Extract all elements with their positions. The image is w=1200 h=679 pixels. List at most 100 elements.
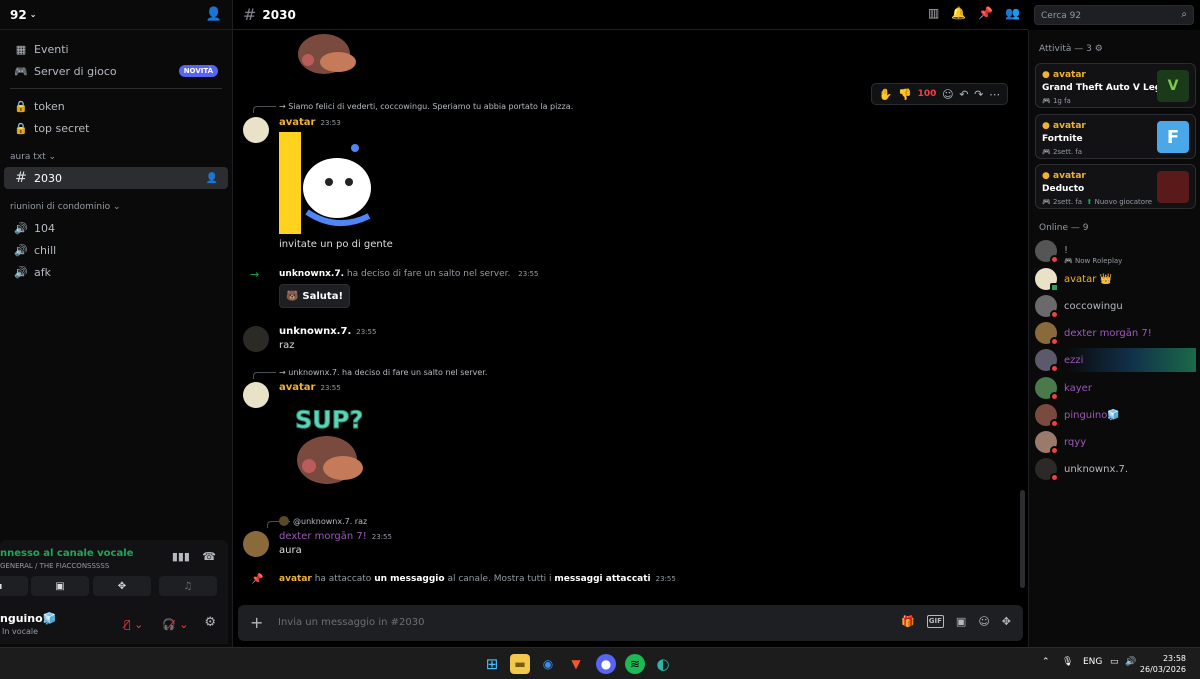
invite-icon[interactable]: 👤 (206, 7, 222, 22)
deducto-game-icon (1157, 171, 1189, 203)
channel-2030[interactable]: # 2030 👤 (4, 167, 228, 189)
activity-card[interactable]: ● avatar Fortnite 🎮 2sett. fa F (1035, 114, 1196, 159)
activity-card[interactable]: ● avatar Grand Theft Auto V Legacy 🎮 1g … (1035, 63, 1196, 108)
channel-label: token (34, 99, 65, 113)
chevron-down-icon: ⌄ (29, 10, 37, 19)
edge-icon[interactable]: ◐ (653, 654, 673, 674)
windows-start-icon[interactable]: ⊞ (482, 654, 502, 674)
forward-icon[interactable]: ↷ (974, 88, 983, 101)
activities-button[interactable]: ✥ (93, 576, 151, 596)
scrollbar[interactable] (1020, 490, 1025, 588)
microphone-icon[interactable]: 🎙 (1062, 657, 1073, 667)
sticker-icon[interactable]: ▣ (956, 615, 966, 628)
category-aura-txt[interactable]: aura txt ⌄ (0, 147, 232, 167)
channel-token[interactable]: 🔒 token (4, 95, 228, 117)
member-item[interactable]: unknownx.7. (1035, 457, 1195, 482)
reaction-wave-icon[interactable]: ✋ (879, 88, 893, 101)
volume-icon[interactable]: 🔊 (1125, 657, 1136, 667)
message-author[interactable]: avatar 23:53 (279, 117, 341, 128)
avatar[interactable] (243, 382, 269, 408)
emoji-icon[interactable]: ☺ (978, 615, 989, 628)
calendar-icon: ▦ (15, 42, 27, 56)
sidebar-item-game-servers[interactable]: 🎮 Server di gioco NOVITÀ (4, 60, 228, 82)
system-clock[interactable]: 23:58 26/03/2026 (1140, 653, 1186, 675)
windows-taskbar: ⊞ ▬ ◉ ▼ ● ≋ ◐ ⌃ 🎙 ENG ▭ 🔊 23:58 26/03/20… (0, 647, 1200, 679)
member-item[interactable]: pinguino🧊 (1035, 403, 1195, 428)
reply-icon[interactable]: ↶ (959, 88, 968, 101)
member-item[interactable]: dexter morgān 7! (1035, 321, 1195, 346)
plus-icon[interactable]: + (250, 613, 263, 632)
reply-preview[interactable]: → Siamo felici di vederti, coccowingu. S… (252, 102, 573, 113)
voice-channel-path[interactable]: GENERAL / THE FIACCONSSSSS (0, 562, 109, 570)
member-item[interactable]: avatar 👑 (1035, 267, 1195, 292)
deafen-icon[interactable]: 🎧̸ ⌄ (162, 614, 188, 634)
activity-card[interactable]: ● avatar Deducto 🎮 2sett. fa ⬆ Nuovo gio… (1035, 164, 1196, 209)
file-explorer-icon[interactable]: ▬ (510, 654, 530, 674)
message-list: ✋ 👎 100 ☺ ↶ ↷ ⋯ → Siamo felici di vedert… (233, 30, 1028, 600)
channel-top-secret[interactable]: 🔒 top secret (4, 117, 228, 139)
brave-icon[interactable]: ▼ (566, 654, 586, 674)
apps-icon[interactable]: ✥ (1002, 615, 1011, 628)
disconnect-icon[interactable]: ☎ (202, 550, 216, 563)
member-item[interactable]: kayer (1035, 376, 1195, 401)
reaction-100-icon[interactable]: 100 (918, 89, 937, 99)
display-icon[interactable]: ▭ (1110, 657, 1119, 667)
screen-share-button[interactable]: ▣ (31, 576, 89, 596)
voice-channel-afk[interactable]: 🔊 afk (4, 261, 228, 283)
server-name[interactable]: 92 (10, 8, 27, 22)
sidebar-item-label: Server di gioco (34, 64, 117, 78)
camera-button[interactable]: ▪ (0, 576, 28, 596)
bing-search-icon[interactable]: ◉ (538, 654, 558, 674)
activity-user: ● avatar (1042, 121, 1086, 131)
speaker-icon: 🔊 (14, 243, 28, 257)
message-author[interactable]: dexter morgān 7! 23:55 (279, 531, 392, 542)
member-item[interactable]: coccowingu (1035, 294, 1195, 319)
gamepad-icon: 🎮 (1042, 97, 1051, 105)
gear-icon[interactable]: ⚙ (204, 615, 216, 630)
member-item[interactable]: rqyy (1035, 430, 1195, 455)
soundboard-button[interactable]: ♫ (159, 576, 217, 596)
member-item[interactable]: ! 🎮 Now Roleplay (1035, 239, 1195, 265)
avatar (1035, 377, 1059, 401)
header-toolbar: ▥ 🔔 📌 👥 (928, 6, 1020, 20)
status-dnd-icon (1050, 337, 1059, 346)
message-author[interactable]: unknownx.7. 23:55 (279, 326, 376, 337)
pin-icon[interactable]: 📌 (978, 6, 993, 20)
bell-icon[interactable]: 🔔 (951, 6, 966, 20)
avatar[interactable] (243, 117, 269, 143)
discord-icon[interactable]: ● (596, 654, 616, 674)
voice-channel-chill[interactable]: 🔊 chill (4, 239, 228, 261)
add-reaction-icon[interactable]: ☺ (942, 88, 953, 101)
reaction-thumbsdown-icon[interactable]: 👎 (898, 88, 912, 101)
message-author[interactable]: avatar 23:55 (279, 382, 341, 393)
language-indicator[interactable]: ENG (1083, 657, 1102, 667)
voice-status[interactable]: nnesso al canale vocale (0, 548, 133, 559)
user-panel: nguino🧊 In vocale 🎙̸ ⌄ 🎧̸ ⌄ ⚙ (0, 602, 228, 644)
activity-time: 🎮 2sett. fa ⬆ Nuovo giocatore (1042, 198, 1153, 206)
reply-preview[interactable]: @unknownx.7. raz (266, 517, 367, 528)
avatar[interactable] (243, 531, 269, 557)
search-input[interactable]: Cerca 92 ⌕ (1034, 5, 1194, 25)
reply-preview[interactable]: → unknownx.7. ha deciso di fare un salto… (252, 368, 487, 379)
server-header[interactable]: 92 ⌄ 👤 (0, 0, 232, 30)
wave-button[interactable]: 🐻 Saluta! (279, 284, 350, 308)
member-item[interactable]: ezzi (1035, 348, 1196, 373)
signal-icon[interactable]: ▮▮▮ (172, 550, 190, 563)
members-icon[interactable]: 👥 (1005, 6, 1020, 20)
category-riunioni[interactable]: riunioni di condominio ⌄ (0, 197, 232, 217)
activity-time: 🎮 1g fa (1042, 97, 1071, 105)
mute-icon[interactable]: 🎙̸ ⌄ (124, 614, 143, 634)
sidebar-item-events[interactable]: ▦ Eventi (4, 38, 228, 60)
status-dnd-icon (1050, 392, 1059, 401)
username[interactable]: nguino🧊 (0, 612, 56, 625)
more-icon[interactable]: ⋯ (989, 88, 1000, 101)
tray-overflow-icon[interactable]: ⌃ (1042, 657, 1050, 667)
voice-channel-104[interactable]: 🔊 104 (4, 217, 228, 239)
avatar[interactable] (243, 326, 269, 352)
message-composer[interactable]: + Invia un messaggio in #2030 🎁 GIF ▣ ☺ … (238, 605, 1023, 641)
threads-icon[interactable]: ▥ (928, 6, 939, 20)
add-member-icon[interactable]: 👤 (206, 173, 218, 184)
gift-icon[interactable]: 🎁 (901, 615, 915, 628)
spotify-icon[interactable]: ≋ (625, 654, 645, 674)
gif-icon[interactable]: GIF (926, 615, 944, 628)
